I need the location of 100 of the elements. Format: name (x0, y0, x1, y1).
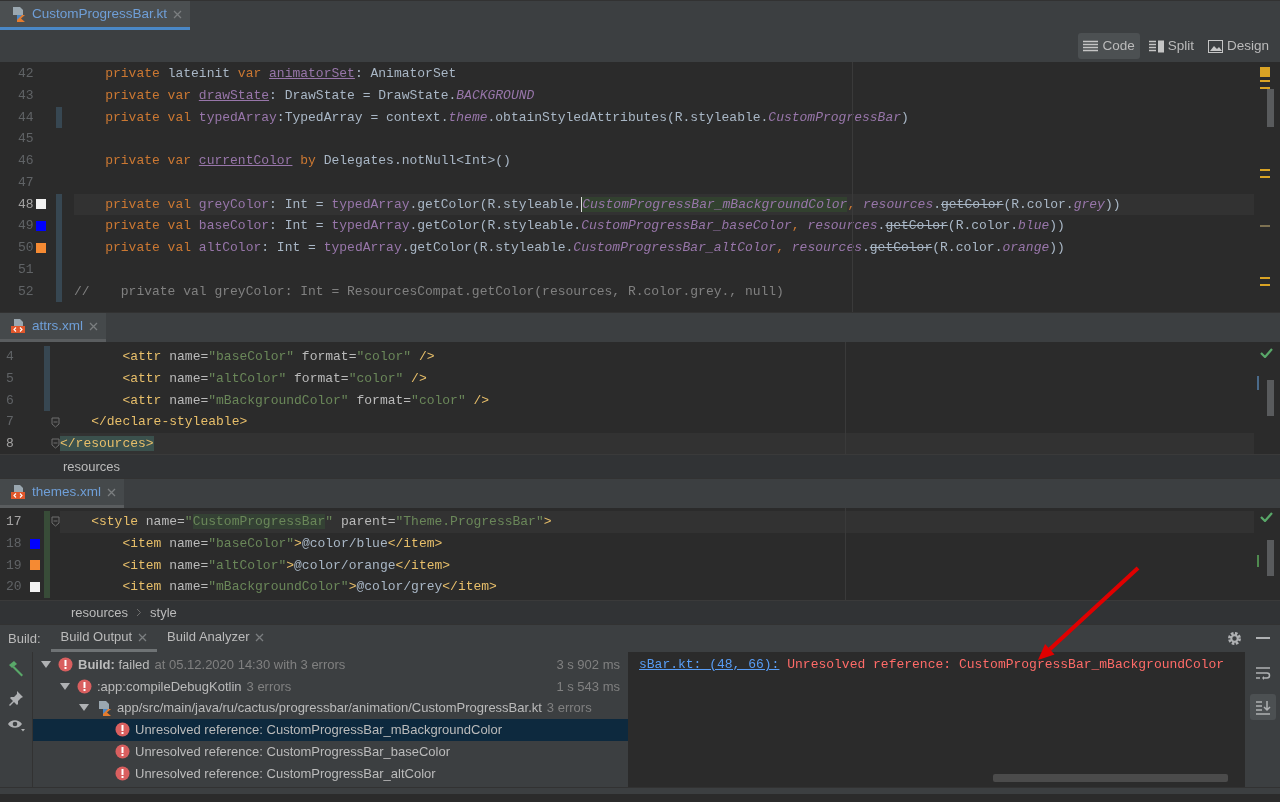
kotlin-file-icon (10, 6, 26, 22)
error-message: Unresolved reference: CustomProgressBar_mBackgroundColor (787, 657, 1225, 672)
code-line: private val typedArray:TypedArray = context.theme.obtainStyledAttributes(R.styleable.CustomProgressBar) (104, 108, 910, 127)
fold-icon[interactable] (50, 516, 60, 528)
error-icon (77, 679, 92, 695)
line-number: 6 (5, 391, 15, 410)
code-line: private val altColor: Int = typedArray.getColor(R.styleable.CustomProgressBar_altColor, resources.getColor(R.color.orange)) (104, 239, 1066, 257)
close-icon[interactable] (138, 632, 148, 642)
check-icon (1260, 348, 1273, 358)
hammer-icon[interactable] (7, 660, 25, 678)
toolbar-button[interactable] (1249, 694, 1276, 720)
panel-label: Build: (8, 629, 41, 648)
line-number: 19 (5, 556, 23, 575)
code-line: </declare-styleable> (90, 413, 249, 432)
kotlin-file-icon (96, 700, 112, 717)
xml-file-icon (10, 484, 26, 500)
scrollbar-thumb[interactable] (993, 774, 1228, 782)
image-icon (1207, 39, 1223, 53)
code-line: private lateinit var animatorSet: AnimatorSet (104, 65, 458, 83)
settings-icon[interactable] (1227, 631, 1242, 646)
minimize-icon[interactable] (1256, 637, 1270, 640)
line-number: 49 (17, 217, 35, 236)
scrollbar-thumb (1267, 380, 1274, 416)
code-line: private var currentColor by Delegates.notNull<Int>() (104, 152, 512, 170)
tree-item[interactable]: Unresolved reference: CustomProgressBar_mBackgroundColor (33, 719, 628, 741)
code-line: <item name="altColor">@color/orange</item> (121, 556, 452, 575)
line-number: 18 (5, 534, 23, 553)
file-link[interactable]: sBar.kt: (48, 66): (639, 657, 780, 672)
error-icon (115, 765, 130, 781)
tree-item[interactable]: app/src/main/java/ru/cactus/progressbar/animation/CustomProgressBar.kt 3 errors (33, 697, 628, 720)
editor-tab[interactable]: CustomProgressBar.kt (0, 1, 191, 30)
line-number: 51 (17, 260, 35, 279)
editor-tab[interactable]: attrs.xml (0, 313, 106, 342)
tree-item[interactable]: Build: failed at 05.12.2020 14:30 with 3 errors 3 s 902 ms (33, 654, 628, 676)
close-icon[interactable] (173, 9, 183, 19)
line-number: 52 (17, 282, 35, 301)
line-number: 5 (5, 369, 15, 388)
soft-wrap-icon (1254, 666, 1271, 680)
code-line: <item name="mBackgroundColor">@color/grey</item> (121, 578, 498, 597)
error-icon (115, 722, 130, 738)
scroll-to-end-icon (1254, 699, 1271, 715)
line-number: 7 (5, 413, 15, 432)
breadcrumb[interactable]: style (150, 602, 177, 623)
view-mode-button[interactable]: Code (1078, 32, 1140, 60)
line-number: 8 (5, 435, 15, 454)
editor-tab[interactable]: themes.xml (0, 479, 125, 508)
warning-marker (1260, 67, 1270, 77)
warning-marker (1260, 277, 1270, 279)
tree-item[interactable]: Unresolved reference: CustomProgressBar_baseColor (33, 740, 628, 763)
tree-item[interactable]: Unresolved reference: CustomProgressBar_altColor (33, 762, 628, 785)
warning-marker (1260, 169, 1270, 171)
change-stripe (1257, 376, 1259, 390)
breadcrumb[interactable]: resources (63, 456, 121, 477)
eye-icon[interactable] (7, 718, 25, 732)
line-number: 20 (5, 578, 23, 597)
code-line: private val baseColor: Int = typedArray.getColor(R.styleable.CustomProgressBar_baseColor, resources.getColor(R.color.blue)) (104, 217, 1066, 236)
panel-tab[interactable]: Build Analyzer (157, 625, 275, 652)
close-icon[interactable] (107, 487, 117, 497)
code-line: <attr name="mBackgroundColor" format="color" /> (121, 391, 491, 410)
code-line: private var drawState: DrawState = DrawState.BACKGROUND (104, 86, 536, 105)
line-number: 45 (17, 130, 35, 149)
caret-icon[interactable] (60, 682, 70, 691)
caret-icon[interactable] (79, 704, 89, 713)
view-mode-button[interactable]: Split (1143, 32, 1199, 60)
line-number: 4 (5, 348, 15, 367)
warning-marker (1260, 176, 1270, 178)
xml-file-icon (10, 318, 26, 334)
chevron-icon (136, 608, 143, 617)
pin-icon[interactable] (8, 690, 24, 706)
line-number: 17 (5, 513, 23, 532)
line-number: 42 (17, 65, 35, 84)
close-icon[interactable] (255, 632, 265, 642)
scrollbar-thumb (1267, 540, 1274, 576)
code-line: <attr name="baseColor" format="color" /> (121, 348, 436, 366)
line-number: 50 (17, 239, 35, 258)
scrollbar-thumb (1267, 89, 1274, 127)
warning-marker (1260, 80, 1270, 82)
line-number: 47 (17, 173, 35, 192)
code-line: // private val greyColor: Int = ResourcesCompat.getColor(resources, R.color.grey., null) (74, 282, 785, 301)
change-stripe (1260, 225, 1270, 227)
close-icon[interactable] (89, 321, 98, 331)
code-line: <attr name="altColor" format="color" /> (121, 369, 428, 388)
lines-icon (1083, 39, 1099, 53)
line-number: 46 (17, 152, 35, 171)
fold-icon[interactable] (50, 416, 60, 428)
line-number: 48 (17, 195, 35, 214)
caret-icon[interactable] (41, 660, 51, 669)
split-view-icon (1148, 39, 1164, 53)
error-icon (58, 657, 73, 673)
fold-icon[interactable] (50, 438, 60, 450)
warning-marker (1260, 284, 1270, 286)
warning-marker (1260, 87, 1270, 89)
view-mode-button[interactable]: Design (1202, 32, 1274, 60)
check-icon (1260, 512, 1273, 522)
change-stripe (1257, 555, 1259, 567)
tree-item[interactable]: :app:compileDebugKotlin 3 errors 1 s 543 ms (33, 675, 628, 698)
error-icon (115, 744, 130, 760)
breadcrumb[interactable]: resources (71, 602, 129, 623)
code-line: <item name="baseColor">@color/blue</item> (121, 534, 444, 553)
line-number: 44 (17, 108, 35, 127)
